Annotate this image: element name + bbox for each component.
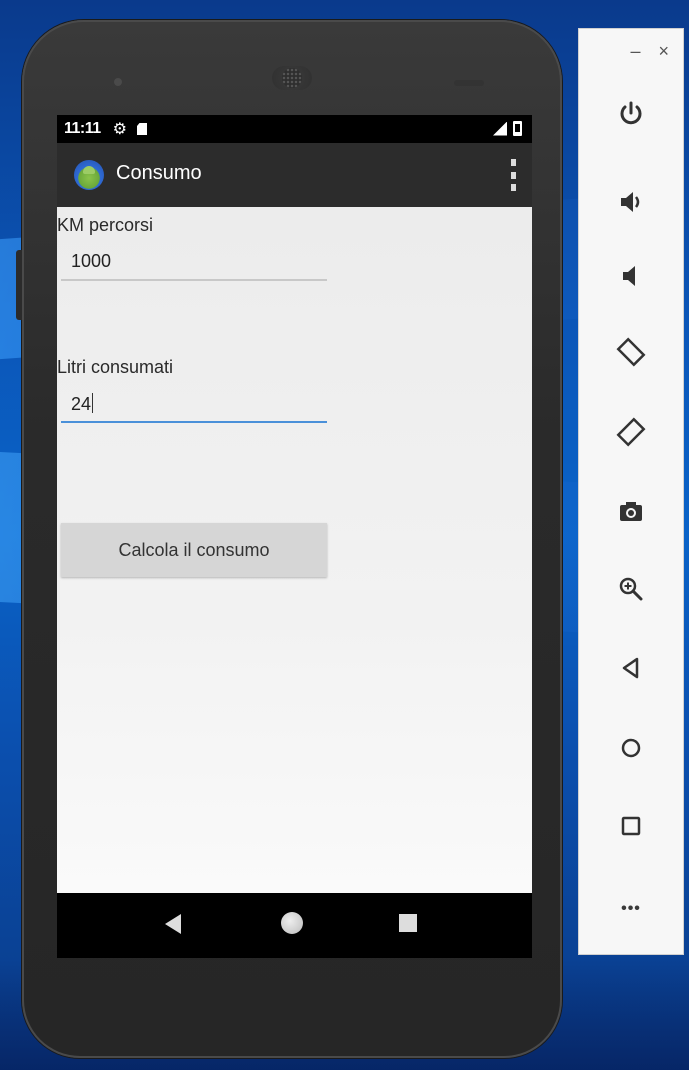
back-icon[interactable]: [601, 643, 661, 693]
battery-icon: [513, 121, 522, 136]
km-input[interactable]: 1000: [61, 245, 327, 281]
device-screen: 11:11 ⚙ Consumo KM percorsi 1000 Litri c…: [57, 115, 532, 958]
home-icon[interactable]: [281, 912, 303, 934]
app-title: Consumo: [116, 162, 202, 184]
calculate-button[interactable]: Calcola il consumo: [61, 523, 327, 577]
liters-value: 24: [71, 394, 92, 414]
emulator-toolbar: – × •••: [578, 28, 684, 955]
signal-icon: [493, 121, 507, 136]
liters-input[interactable]: 24: [61, 387, 327, 423]
android-app-icon: [74, 160, 104, 190]
liters-label: Litri consumati: [57, 357, 174, 377]
app-action-bar: Consumo: [57, 143, 532, 207]
front-camera: [114, 78, 122, 86]
status-time: 11:11: [64, 120, 101, 137]
rotate-right-icon[interactable]: [601, 407, 661, 457]
km-label: KM percorsi: [57, 215, 154, 235]
earpiece-speaker: [272, 66, 312, 90]
text-cursor: [92, 393, 94, 413]
system-nav-bar: [57, 893, 532, 958]
volume-down-icon[interactable]: [601, 251, 661, 301]
volume-up-icon[interactable]: [601, 177, 661, 227]
back-icon[interactable]: [165, 914, 181, 934]
proximity-sensor: [454, 80, 484, 86]
home-icon[interactable]: [601, 723, 661, 773]
camera-icon[interactable]: [601, 487, 661, 537]
overview-icon[interactable]: [601, 801, 661, 851]
zoom-icon[interactable]: [601, 564, 661, 614]
volume-rocker: [16, 250, 22, 320]
power-icon[interactable]: [601, 89, 661, 139]
more-icon[interactable]: •••: [601, 884, 661, 934]
more-vertical-icon[interactable]: [508, 159, 518, 191]
emulator-phone-frame: 11:11 ⚙ Consumo KM percorsi 1000 Litri c…: [16, 20, 562, 1058]
app-content: KM percorsi 1000 Litri consumati 24 Calc…: [57, 207, 532, 893]
close-button[interactable]: ×: [658, 41, 669, 62]
km-value: 1000: [71, 251, 112, 271]
sd-card-icon: [137, 123, 147, 135]
minimize-button[interactable]: –: [630, 41, 640, 62]
rotate-left-icon[interactable]: [601, 327, 661, 377]
gear-icon: ⚙: [112, 121, 127, 138]
recents-icon[interactable]: [399, 914, 417, 932]
status-bar: 11:11 ⚙: [57, 115, 532, 143]
